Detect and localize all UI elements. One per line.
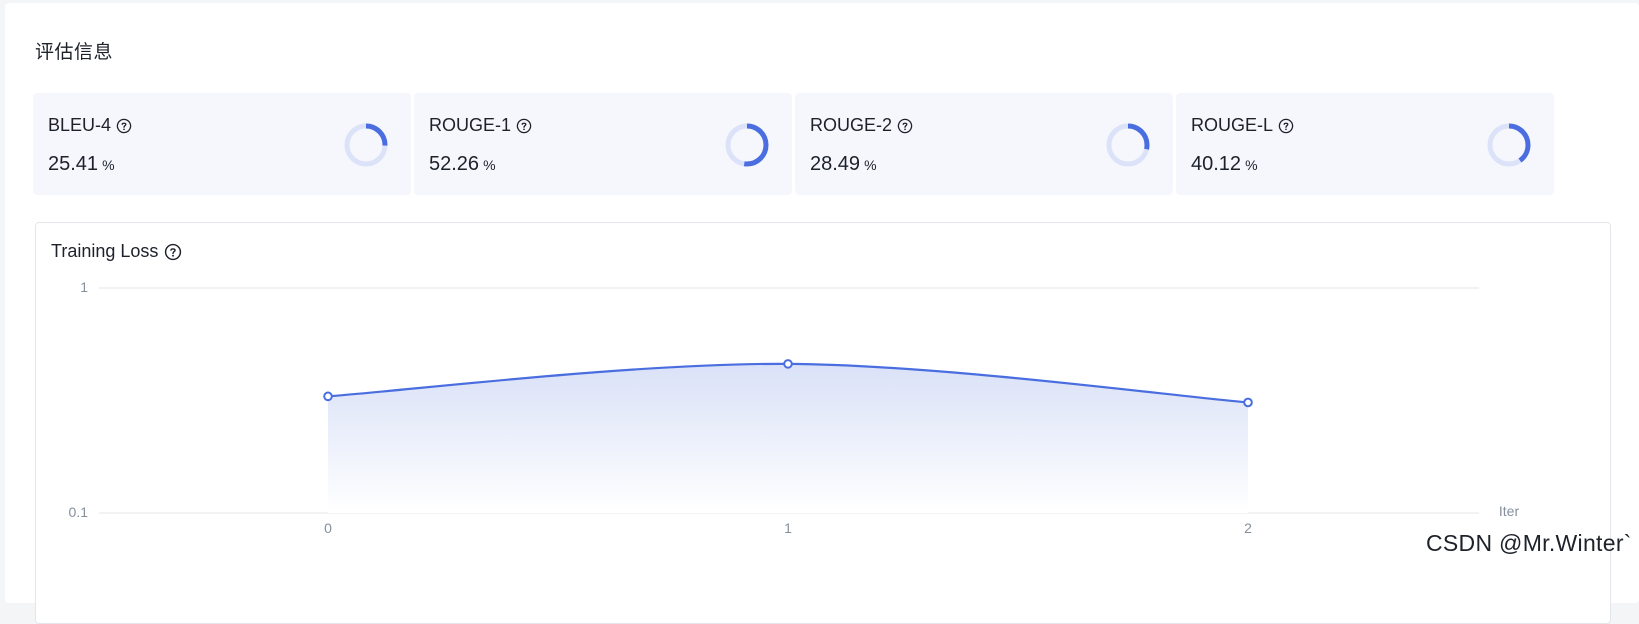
progress-ring bbox=[725, 123, 769, 167]
metric-unit: % bbox=[483, 157, 496, 173]
question-circle-icon[interactable] bbox=[116, 118, 132, 134]
metric-number: 25.41 bbox=[48, 153, 99, 175]
progress-ring bbox=[344, 123, 388, 167]
metric-value: 25.41% bbox=[48, 153, 115, 176]
metric-value: 52.26% bbox=[429, 153, 496, 176]
y-tick-label: 1 bbox=[80, 279, 88, 295]
training-loss-card: Training Loss 0.1 1 0 1 2 Iter bbox=[35, 222, 1611, 624]
metric-number: 28.49 bbox=[810, 153, 861, 175]
metric-unit: % bbox=[1245, 157, 1258, 173]
x-tick-label: 1 bbox=[784, 520, 792, 536]
x-tick-label: 0 bbox=[324, 520, 332, 536]
evaluation-panel: 评估信息 BLEU-4 25.41% ROUGE-1 52.26 % ROUGE… bbox=[5, 3, 1639, 624]
metric-name-row: ROUGE-1 bbox=[429, 115, 532, 136]
metric-number: 40.12 bbox=[1191, 153, 1242, 175]
metric-name-row: ROUGE-2 bbox=[810, 115, 913, 136]
x-axis-label: Iter bbox=[1499, 503, 1520, 519]
question-circle-icon[interactable] bbox=[1278, 118, 1294, 134]
metric-name-row: ROUGE-L bbox=[1191, 115, 1294, 136]
metric-unit: % bbox=[864, 157, 877, 173]
metric-card-bleu-4: BLEU-4 25.41% bbox=[33, 93, 411, 195]
y-tick-label: 0.1 bbox=[69, 504, 89, 520]
progress-ring bbox=[1487, 123, 1531, 167]
metric-name: ROUGE-L bbox=[1191, 115, 1274, 135]
data-point bbox=[783, 359, 793, 369]
data-point bbox=[1243, 397, 1253, 408]
watermark: CSDN @Mr.Winter` bbox=[1426, 530, 1632, 556]
question-circle-icon[interactable] bbox=[897, 118, 913, 134]
metric-card-rouge-1: ROUGE-1 52.26% bbox=[414, 93, 792, 195]
progress-ring bbox=[1106, 123, 1150, 167]
series-area bbox=[328, 363, 1248, 513]
data-point bbox=[323, 391, 333, 402]
metric-value: 28.49% bbox=[810, 153, 877, 176]
metric-name-row: BLEU-4 bbox=[48, 115, 132, 136]
metric-name: BLEU-4 bbox=[48, 115, 112, 135]
x-tick-label: 2 bbox=[1244, 520, 1252, 536]
section-title: 评估信息 bbox=[35, 41, 114, 63]
training-loss-chart[interactable]: 0.1 1 0 1 2 Iter bbox=[36, 223, 1610, 583]
metric-name: ROUGE-1 bbox=[429, 115, 512, 135]
area-fill-layer bbox=[328, 363, 1248, 513]
question-circle-icon[interactable] bbox=[516, 118, 532, 134]
metric-number: 52.26 bbox=[429, 153, 480, 175]
metric-card-rouge-l: ROUGE-L 40.12% bbox=[1176, 93, 1554, 195]
metric-unit: % bbox=[102, 157, 115, 173]
metric-value: 40.12% bbox=[1191, 153, 1258, 176]
metric-card-rouge-2: ROUGE-2 28.49% bbox=[795, 93, 1173, 195]
metric-name: ROUGE-2 bbox=[810, 115, 893, 135]
